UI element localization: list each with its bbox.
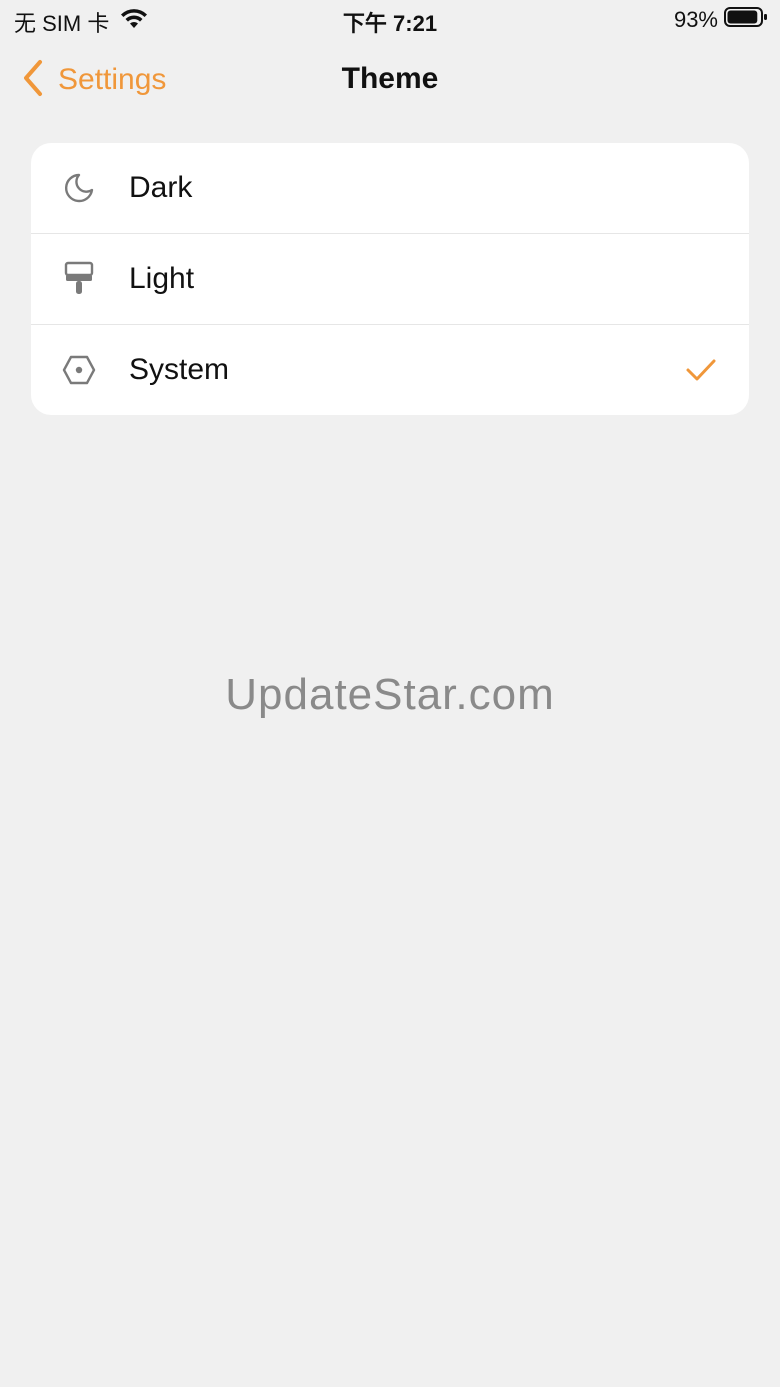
page-title: Theme bbox=[341, 62, 439, 95]
battery-percent: 93% bbox=[673, 7, 718, 32]
nav-bar: Settings Theme bbox=[0, 50, 780, 110]
battery-icon bbox=[724, 6, 768, 34]
hexagon-dot-icon bbox=[61, 352, 97, 388]
watermark-text: UpdateStar.com bbox=[225, 670, 555, 719]
theme-option-label: Dark bbox=[129, 171, 193, 204]
paint-roller-icon bbox=[61, 261, 97, 297]
theme-option-light[interactable]: Light bbox=[31, 233, 749, 324]
theme-option-label: Light bbox=[129, 262, 195, 295]
status-right: 93% bbox=[674, 6, 768, 34]
theme-option-system[interactable]: System bbox=[31, 324, 749, 415]
status-time: 下午 7:21 bbox=[342, 11, 438, 36]
theme-option-label: System bbox=[129, 353, 230, 386]
theme-options-list: Dark Light System bbox=[31, 143, 749, 415]
screen: 无 SIM 卡 下午 7:21 93% Settings Theme Dark … bbox=[0, 0, 780, 1387]
status-bar: 无 SIM 卡 下午 7:21 93% bbox=[0, 0, 780, 40]
theme-option-dark[interactable]: Dark bbox=[31, 143, 749, 233]
checkmark-icon bbox=[685, 354, 717, 386]
moon-icon bbox=[61, 170, 97, 206]
